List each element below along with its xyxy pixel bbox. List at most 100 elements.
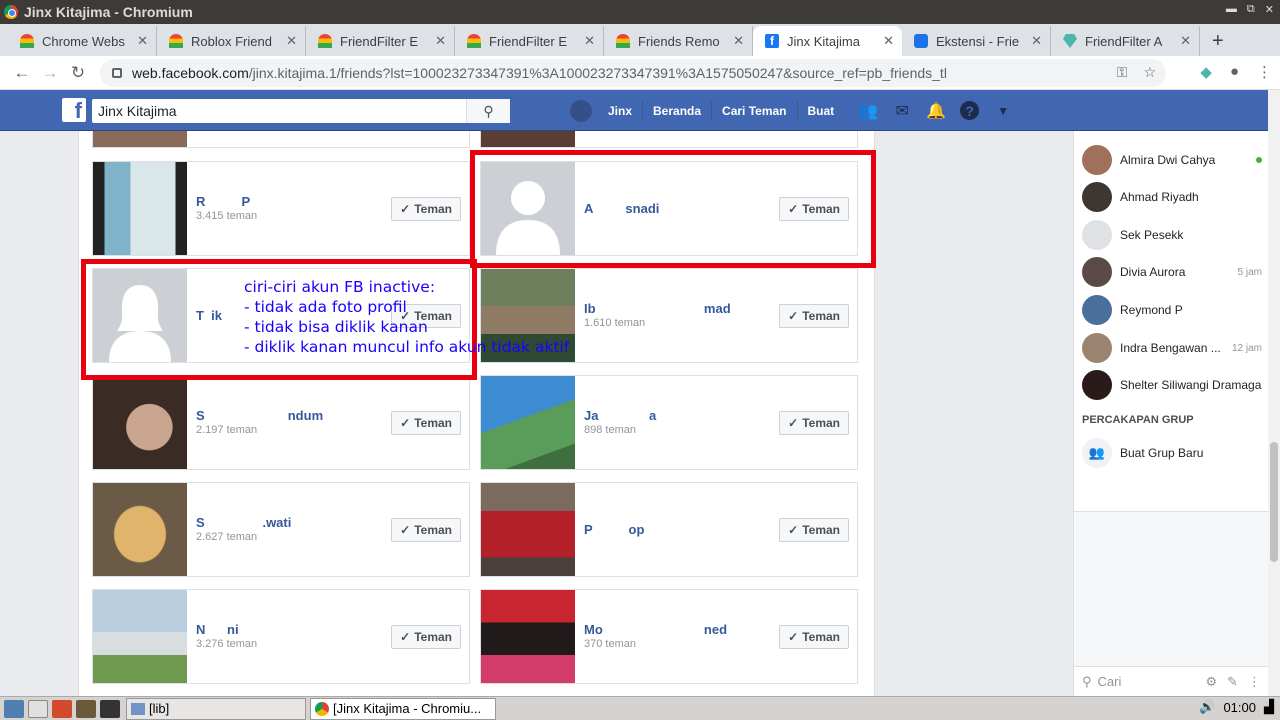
chat-search[interactable]: ⚲ Cari ⚙ ✎ ⋮ bbox=[1074, 666, 1269, 696]
network-icon[interactable]: ▟ bbox=[1264, 699, 1274, 715]
friend-name[interactable]: Ja a bbox=[584, 408, 656, 423]
facebook-search-input[interactable] bbox=[92, 103, 462, 119]
search-icon: ⚲ bbox=[1082, 673, 1092, 689]
browser-tab[interactable]: FriendFilter E ✕ bbox=[455, 26, 604, 56]
gear-icon[interactable]: ⚙ bbox=[1205, 674, 1217, 690]
browser-tab-active[interactable]: f Jinx Kitajima ✕ bbox=[753, 26, 902, 56]
reload-icon[interactable]: ↻ bbox=[64, 63, 92, 83]
friend-name[interactable]: P op bbox=[584, 522, 644, 537]
chat-contact[interactable]: Reymond P bbox=[1082, 293, 1262, 327]
browser-tab[interactable]: Friends Remo ✕ bbox=[604, 26, 753, 56]
chat-contact[interactable]: Divia Aurora 5 jam bbox=[1082, 255, 1262, 289]
friend-status-button[interactable]: ✓ Teman bbox=[779, 625, 849, 649]
browser-tab[interactable]: Roblox Friend ✕ bbox=[157, 26, 306, 56]
close-tab-icon[interactable]: ✕ bbox=[1031, 33, 1042, 49]
facebook-logo-icon[interactable]: f bbox=[62, 98, 86, 122]
nav-home[interactable]: Beranda bbox=[643, 100, 713, 121]
minimize-icon[interactable]: ▬ bbox=[1226, 3, 1237, 16]
menu-dots-icon[interactable]: ⋮ bbox=[1257, 63, 1272, 81]
close-tab-icon[interactable]: ✕ bbox=[286, 33, 297, 49]
extension-gem-icon[interactable]: ◆ bbox=[1200, 63, 1212, 81]
rainbow-favicon-icon bbox=[20, 34, 34, 48]
friend-name[interactable]: R P bbox=[196, 194, 250, 209]
page-scrollbar[interactable] bbox=[1268, 90, 1280, 696]
close-tab-icon[interactable]: ✕ bbox=[883, 33, 894, 49]
friend-photo[interactable] bbox=[93, 590, 187, 683]
friend-photo[interactable] bbox=[93, 131, 187, 147]
notifications-bell-icon[interactable]: 🔔 bbox=[926, 101, 946, 121]
close-tab-icon[interactable]: ✕ bbox=[137, 33, 148, 49]
browser-tab[interactable]: FriendFilter E ✕ bbox=[306, 26, 455, 56]
browser-tab[interactable]: FriendFilter A ✕ bbox=[1051, 26, 1200, 56]
browser-launcher-icon[interactable] bbox=[52, 699, 72, 718]
chat-contact[interactable]: Almira Dwi Cahya bbox=[1082, 143, 1262, 177]
friend-status-button[interactable]: ✓ Teman bbox=[779, 304, 849, 328]
search-icon[interactable]: ⚲ bbox=[466, 99, 510, 123]
friend-photo[interactable] bbox=[481, 483, 575, 576]
browser-tab[interactable]: Ekstensi - Frie ✕ bbox=[902, 26, 1051, 56]
friend-name[interactable]: Mo ned bbox=[584, 622, 727, 637]
close-tab-icon[interactable]: ✕ bbox=[435, 33, 446, 49]
facebook-search[interactable]: ⚲ bbox=[92, 99, 510, 123]
friend-card: R P 3.415 teman ✓ Teman bbox=[92, 161, 470, 256]
friend-requests-icon[interactable]: 👥 bbox=[858, 101, 878, 121]
close-tab-icon[interactable]: ✕ bbox=[733, 33, 744, 49]
friend-photo[interactable] bbox=[93, 483, 187, 576]
back-icon[interactable]: ← bbox=[8, 63, 36, 83]
chat-search-input[interactable]: Cari bbox=[1098, 674, 1122, 689]
lock-icon bbox=[112, 68, 122, 78]
taskbar-task-folder[interactable]: [lib] bbox=[126, 697, 306, 720]
chat-sidebar: Almira Dwi Cahya Ahmad Riyadh Sek Pesekk… bbox=[1073, 131, 1269, 696]
friend-status-button[interactable]: ✓ Teman bbox=[391, 625, 461, 649]
messenger-icon[interactable]: ✉ bbox=[892, 101, 912, 121]
compose-icon[interactable]: ✎ bbox=[1227, 674, 1238, 690]
nav-find-friends[interactable]: Cari Teman bbox=[712, 100, 798, 121]
chat-contact[interactable]: Ahmad Riyadh bbox=[1082, 180, 1262, 214]
close-tab-icon[interactable]: ✕ bbox=[1180, 33, 1191, 49]
more-icon[interactable]: ⋮ bbox=[1248, 674, 1261, 690]
browser-tab[interactable]: Chrome Webs ✕ bbox=[8, 26, 157, 56]
address-bar[interactable]: web.facebook.com/jinx.kitajima.1/friends… bbox=[100, 59, 1166, 87]
scrollbar-thumb[interactable] bbox=[1270, 442, 1278, 562]
url-text[interactable]: web.facebook.com/jinx.kitajima.1/friends… bbox=[132, 65, 947, 81]
maximize-icon[interactable]: ⧉ bbox=[1247, 3, 1255, 16]
new-tab-button[interactable]: + bbox=[1212, 26, 1224, 56]
new-group-button[interactable]: 👥 Buat Grup Baru bbox=[1082, 436, 1262, 470]
forward-icon[interactable]: → bbox=[36, 63, 64, 83]
friend-photo[interactable] bbox=[93, 376, 187, 469]
key-icon[interactable]: ⚿ bbox=[1117, 64, 1128, 81]
friend-photo[interactable] bbox=[481, 376, 575, 469]
friend-status-button[interactable]: ✓ Teman bbox=[391, 518, 461, 542]
volume-icon[interactable]: 🔊 bbox=[1199, 699, 1215, 715]
friend-status-button[interactable]: ✓ Teman bbox=[779, 518, 849, 542]
account-icon[interactable]: ● bbox=[1230, 63, 1239, 81]
chat-contact[interactable]: Indra Bengawan ... 12 jam bbox=[1082, 331, 1262, 365]
chat-contact[interactable]: Shelter Siliwangi Dramaga bbox=[1082, 368, 1262, 402]
friend-name[interactable]: Ib mad bbox=[584, 301, 731, 316]
friend-name[interactable]: N ni bbox=[196, 622, 239, 637]
friend-status-button[interactable]: ✓ Teman bbox=[391, 197, 461, 221]
check-icon: ✓ bbox=[788, 416, 799, 430]
desktop-icon[interactable] bbox=[4, 699, 24, 718]
clock[interactable]: 01:00 bbox=[1223, 700, 1256, 715]
nav-profile[interactable]: Jinx bbox=[598, 100, 644, 121]
terminal-icon[interactable] bbox=[100, 699, 120, 718]
friend-photo[interactable] bbox=[481, 131, 575, 147]
friend-photo[interactable] bbox=[93, 162, 187, 255]
friend-name[interactable]: S .wati bbox=[196, 515, 291, 530]
chat-contact[interactable]: Sek Pesekk bbox=[1082, 218, 1262, 252]
close-tab-icon[interactable]: ✕ bbox=[584, 33, 595, 49]
star-icon[interactable]: ☆ bbox=[1143, 64, 1156, 81]
friend-status-button[interactable]: ✓ Teman bbox=[391, 411, 461, 435]
account-dropdown-icon[interactable]: ▼ bbox=[993, 101, 1013, 121]
app-launcher-icon[interactable] bbox=[76, 699, 96, 718]
friend-status-button[interactable]: ✓ Teman bbox=[779, 411, 849, 435]
help-icon[interactable]: ? bbox=[960, 101, 980, 120]
friend-name[interactable]: S ndum bbox=[196, 408, 323, 423]
user-avatar[interactable] bbox=[570, 99, 592, 122]
close-icon[interactable]: ✕ bbox=[1265, 3, 1274, 16]
friend-photo[interactable] bbox=[481, 590, 575, 683]
file-manager-icon[interactable] bbox=[28, 699, 48, 718]
nav-create[interactable]: Buat bbox=[798, 101, 845, 121]
taskbar-task-browser[interactable]: [Jinx Kitajima - Chromiu... bbox=[310, 697, 496, 720]
